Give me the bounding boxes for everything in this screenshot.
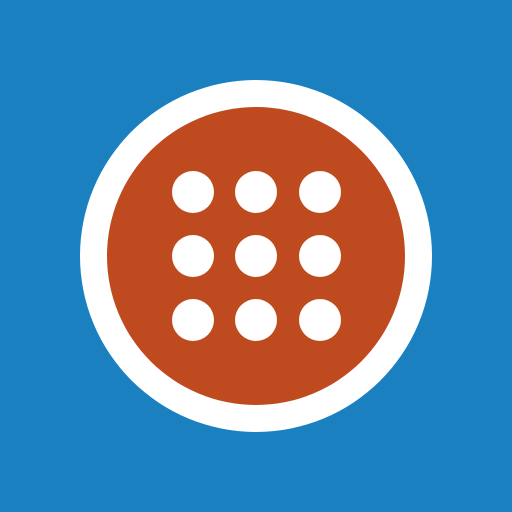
grid-dot-2 — [235, 171, 277, 213]
grid-dot-3 — [299, 171, 341, 213]
grid-dot-5 — [235, 235, 277, 277]
grid-dot-8 — [235, 299, 277, 341]
grid-dot-1 — [172, 171, 214, 213]
grid-dot-6 — [299, 235, 341, 277]
grid-dot-9 — [299, 299, 341, 341]
grid-dot-7 — [172, 299, 214, 341]
grid-dot-4 — [172, 235, 214, 277]
app-icon-canvas — [0, 0, 512, 512]
